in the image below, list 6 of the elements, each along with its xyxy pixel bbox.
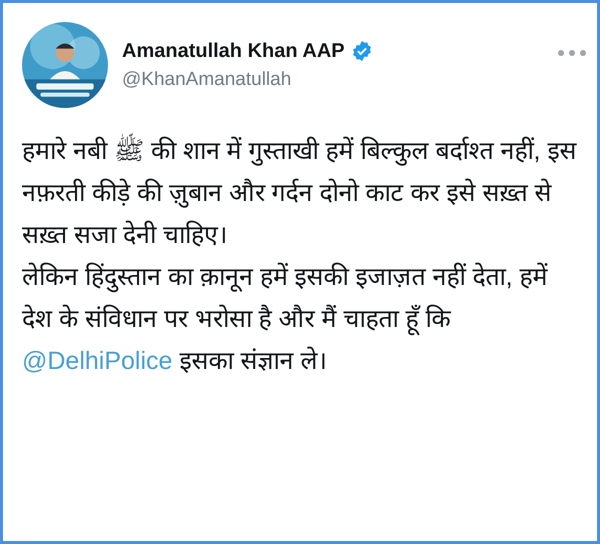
author-handle[interactable]: @KhanAmanatullah xyxy=(122,68,557,90)
tweet-text: लेकिन हिंदुस्तान का क़ानून हमें इसकी इजाज़त नहीं देता, हमें देश के संविधान पर भरोसा है और मैं चाहता हूँ कि @DelhiPolice इसका संज्ञान ले। xyxy=(22,262,549,377)
mention-link[interactable]: @DelhiPolice xyxy=(22,347,172,375)
more-icon[interactable] xyxy=(557,49,587,57)
author-name[interactable]: Amanatullah Khan AAP xyxy=(122,40,345,62)
tweet-text: हमारे नबी ﷺ की शान में गुस्ताखी हमें बिल्कुल बर्दाश्त नहीं, इस नफ़रती कीड़े की ज़ुबान और गर्दन दोनो काट कर इसे सख़्त से सख़्त सजा देनी चाहिए। xyxy=(22,130,581,256)
